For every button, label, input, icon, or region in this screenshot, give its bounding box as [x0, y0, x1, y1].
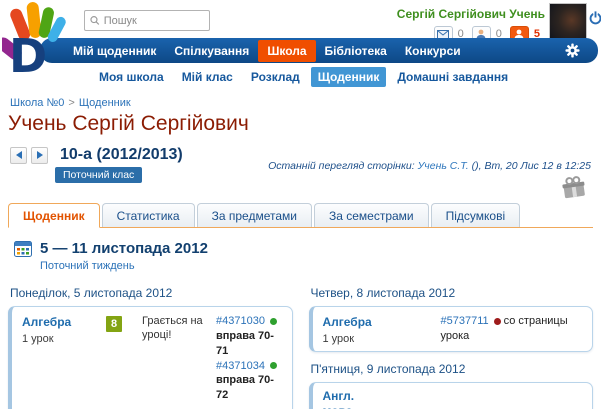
user-name[interactable]: Сергій Сергійович Учень	[397, 7, 545, 21]
page-title: Учень Сергій Сергійович	[8, 112, 601, 136]
top-header: D Сергій Сергійович Учень 0	[0, 0, 601, 38]
subnav-item-diary[interactable]: Щоденник	[311, 67, 387, 87]
search-icon	[90, 15, 100, 26]
last-view-datetime: (), Вт, 20 Лис 12 в 12:25	[469, 160, 591, 172]
tab-by-subjects[interactable]: За предметами	[197, 203, 312, 227]
day-monday: Понеділок, 5 листопада 2012 Алгебра 1 ур…	[8, 286, 293, 409]
prev-class-button[interactable]	[10, 147, 27, 164]
homework-item: #4371030 вправа 70-71	[216, 314, 284, 359]
search-input[interactable]	[104, 15, 204, 27]
week-header: 5 — 11 листопада 2012 Поточний тиждень	[14, 240, 601, 272]
right-column: Четвер, 8 листопада 2012 Алгебра 1 урок …	[309, 280, 594, 409]
current-class-badge[interactable]: Поточний клас	[55, 167, 142, 183]
teacher-comment: Грається на уроці!	[142, 313, 216, 403]
calendar-icon[interactable]	[14, 240, 32, 257]
day-title: Четвер, 8 листопада 2012	[311, 286, 594, 300]
breadcrumb-school-link[interactable]: Школа №0	[10, 97, 64, 109]
lesson-number: 1 урок	[323, 333, 441, 345]
breadcrumb-diary-link[interactable]: Щоденник	[79, 97, 131, 109]
subject-link[interactable]: Алгебра	[323, 315, 372, 330]
nav-item-school[interactable]: Школа	[258, 40, 315, 62]
lesson-number: 1 урок	[22, 333, 106, 345]
diary-tabs: Щоденник Статистика За предметами За сем…	[8, 203, 593, 228]
school-subnav: Моя школа Мій клас Розклад Щоденник Дома…	[0, 63, 601, 91]
tab-statistics[interactable]: Статистика	[102, 203, 195, 227]
next-class-button[interactable]	[31, 147, 48, 164]
subject-link[interactable]: Англ. мова	[323, 389, 383, 409]
day-card: Англ. мова 1 урок	[309, 382, 594, 409]
lesson-row: Алгебра 1 урок 8 Грається на уроці! #437…	[12, 307, 292, 409]
homework-item: #5737711со страницы урока	[441, 314, 585, 344]
lesson-row: Англ. мова 1 урок	[313, 383, 593, 409]
day-title: П'ятниця, 9 листопада 2012	[311, 362, 594, 376]
last-view-info: Останній перегляд сторінки: Учень С.Т. (…	[268, 160, 591, 172]
left-column: Понеділок, 5 листопада 2012 Алгебра 1 ур…	[8, 280, 293, 409]
page-content: Школа №0 > Щоденник Учень Сергій Сергійови…	[0, 91, 601, 409]
nav-item-my-diary[interactable]: Мій щоденник	[64, 40, 165, 62]
class-label[interactable]: 10-а (2012/2013)	[60, 146, 183, 164]
breadcrumb-separator: >	[68, 97, 74, 109]
subnav-item-schedule[interactable]: Розклад	[244, 67, 307, 87]
nav-item-communication[interactable]: Спілкування	[165, 40, 258, 62]
homework-status-dot	[270, 362, 277, 369]
avatar[interactable]	[549, 3, 587, 41]
subject-link[interactable]: Алгебра	[22, 315, 71, 330]
subnav-item-homework[interactable]: Домашні завдання	[390, 67, 515, 87]
week-range-label[interactable]: 5 — 11 листопада 2012	[40, 240, 208, 257]
dnevnik-logo-icon[interactable]: D	[2, 1, 68, 77]
homework-id-link[interactable]: #4371034	[216, 360, 265, 372]
app-window: D Сергій Сергійович Учень 0	[0, 0, 601, 409]
last-view-prefix: Останній перегляд сторінки:	[268, 160, 417, 172]
day-thursday: Четвер, 8 листопада 2012 Алгебра 1 урок …	[309, 286, 594, 352]
current-week-link[interactable]: Поточний тиждень	[40, 260, 208, 272]
tab-final-grades[interactable]: Підсумкові	[431, 203, 521, 227]
lesson-row: Алгебра 1 урок #5737711со страницы урока	[313, 307, 593, 351]
homework-text: вправа 70-72	[216, 374, 274, 401]
homework-list: #4371030 вправа 70-71 #4371034 вправа 70-7…	[216, 313, 284, 403]
last-view-user-link[interactable]: Учень С.Т.	[418, 160, 469, 172]
breadcrumb: Школа №0 > Щоденник	[10, 97, 601, 109]
nav-item-contests[interactable]: Конкурси	[396, 40, 470, 62]
day-title: Понеділок, 5 листопада 2012	[10, 286, 293, 300]
main-nav: Мій щоденник Спілкування Школа Бібліотек…	[40, 38, 598, 63]
homework-text: вправа 70-71	[216, 330, 274, 357]
gift-icon[interactable]	[561, 175, 587, 199]
day-card: Алгебра 1 урок #5737711со страницы урока	[309, 306, 594, 352]
grade-badge[interactable]: 8	[106, 316, 122, 332]
nav-item-library[interactable]: Бібліотека	[316, 40, 396, 62]
logout-power-icon[interactable]	[588, 10, 601, 25]
subnav-item-my-school[interactable]: Моя школа	[92, 67, 171, 87]
homework-item: #4371034 вправа 70-72	[216, 359, 284, 404]
tab-diary[interactable]: Щоденник	[8, 203, 100, 228]
search-box[interactable]	[84, 10, 210, 31]
homework-id-link[interactable]: #5737711	[441, 315, 489, 327]
homework-status-dot	[270, 318, 277, 325]
day-friday: П'ятниця, 9 листопада 2012 Англ. мова 1 …	[309, 362, 594, 409]
tab-by-semesters[interactable]: За семестрами	[314, 203, 429, 227]
subnav-item-my-class[interactable]: Мій клас	[175, 67, 240, 87]
homework-id-link[interactable]: #4371030	[216, 315, 265, 327]
day-card: Алгебра 1 урок 8 Грається на уроці! #437…	[8, 306, 293, 409]
homework-list: #5737711со страницы урока	[441, 313, 585, 345]
homework-status-dot	[494, 318, 501, 325]
diary-grid: Понеділок, 5 листопада 2012 Алгебра 1 ур…	[8, 280, 593, 409]
svg-text:D: D	[9, 29, 47, 77]
settings-gear-icon[interactable]	[565, 43, 580, 58]
